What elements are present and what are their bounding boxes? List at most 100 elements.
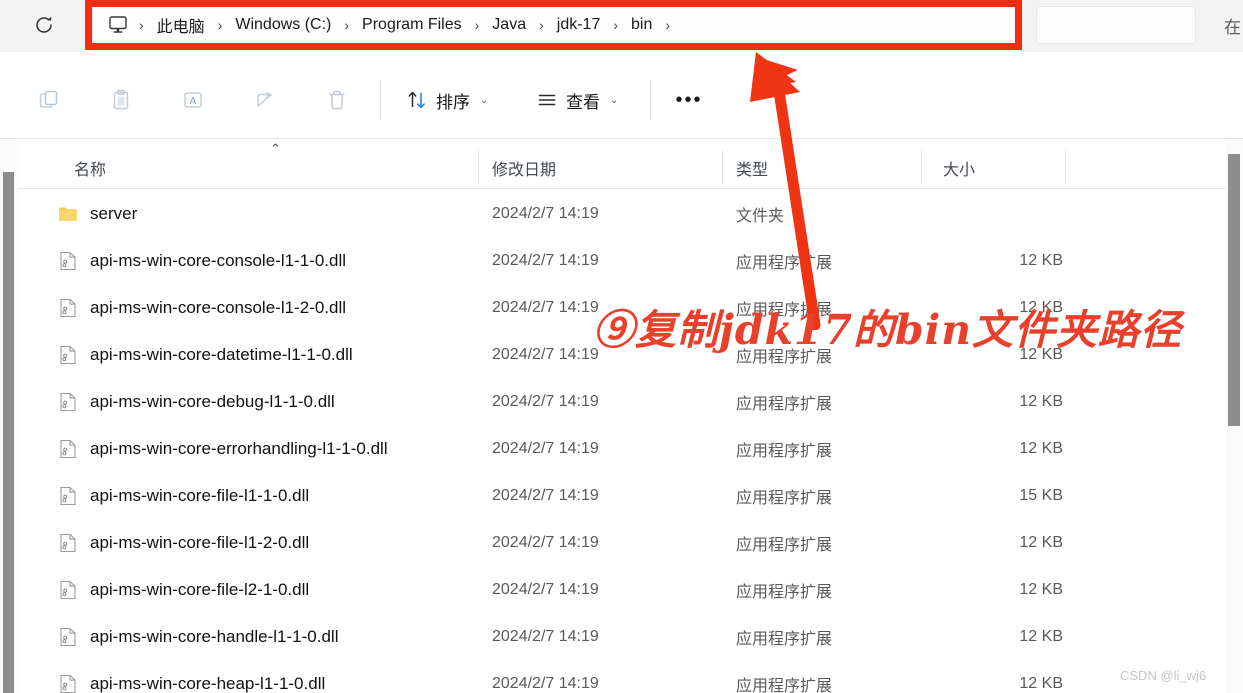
- file-row[interactable]: api-ms-win-core-console-l1-1-0.dll 2024/2…: [18, 237, 1216, 284]
- copy-button[interactable]: [26, 78, 72, 122]
- search-placeholder-text: 在: [1224, 17, 1241, 37]
- breadcrumb-bar[interactable]: › 此电脑 › Windows (C:) › Program Files › J…: [92, 6, 1017, 44]
- file-name-text: api-ms-win-core-handle-l1-1-0.dll: [90, 626, 339, 646]
- refresh-icon: [36, 16, 52, 33]
- file-name-cell: server: [58, 203, 137, 225]
- breadcrumb-item-this-pc[interactable]: 此电脑: [150, 10, 212, 40]
- file-row[interactable]: api-ms-win-core-errorhandling-l1-1-0.dll…: [18, 425, 1216, 472]
- file-name-text: server: [90, 203, 138, 223]
- column-header-size[interactable]: 大小: [943, 156, 975, 180]
- rename-button[interactable]: A: [170, 78, 216, 122]
- file-name-text: api-ms-win-core-heap-l1-1-0.dll: [90, 673, 326, 693]
- file-size-cell: 12 KB: [1019, 251, 1063, 269]
- file-type-cell: 应用程序扩展: [736, 301, 833, 319]
- file-name-text: api-ms-win-core-debug-l1-1-0.dll: [90, 391, 335, 411]
- dll-file-icon: [60, 345, 76, 364]
- delete-button[interactable]: [314, 78, 360, 122]
- breadcrumb-separator[interactable]: ›: [133, 17, 150, 33]
- file-type-cell: 应用程序扩展: [736, 677, 833, 693]
- file-name-text: api-ms-win-core-errorhandling-l1-1-0.dll: [90, 438, 388, 458]
- sort-button[interactable]: 排序 ⌄: [396, 80, 498, 120]
- copy-icon: [39, 90, 58, 108]
- dll-file-icon: [60, 674, 76, 693]
- dll-file-icon: [60, 486, 76, 505]
- breadcrumb-item-windows-c[interactable]: Windows (C:): [228, 13, 338, 37]
- sort-icon: [408, 91, 425, 109]
- file-row[interactable]: api-ms-win-core-file-l2-1-0.dll 2024/2/7 …: [18, 566, 1216, 613]
- dll-file-icon: [60, 251, 76, 270]
- file-row[interactable]: api-ms-win-core-datetime-l1-1-0.dll 2024/…: [18, 331, 1216, 378]
- file-row[interactable]: api-ms-win-core-file-l1-1-0.dll 2024/2/7 …: [18, 472, 1216, 519]
- breadcrumb-separator[interactable]: ›: [469, 17, 486, 33]
- chevron-down-icon: ⌄: [480, 94, 489, 106]
- file-row[interactable]: server 2024/2/7 14:19 文件夹: [18, 190, 1216, 237]
- more-options-button[interactable]: •••: [667, 80, 711, 120]
- file-row[interactable]: api-ms-win-core-console-l1-2-0.dll 2024/2…: [18, 284, 1216, 331]
- column-header-date[interactable]: 修改日期: [492, 156, 556, 180]
- file-row[interactable]: api-ms-win-core-handle-l1-1-0.dll 2024/2/…: [18, 613, 1216, 660]
- dll-file-icon: [60, 392, 76, 411]
- breadcrumb-item-bin[interactable]: bin: [624, 13, 659, 37]
- dll-file-icon: [60, 439, 76, 458]
- file-date-cell: 2024/2/7 14:19: [492, 204, 599, 222]
- file-name-text: api-ms-win-core-file-l2-1-0.dll: [90, 579, 310, 599]
- sort-ascending-indicator: ⌃: [270, 141, 281, 156]
- svg-text:A: A: [190, 96, 197, 107]
- file-type-cell: 应用程序扩展: [736, 348, 833, 366]
- share-button[interactable]: [242, 78, 288, 122]
- file-size-cell: 12 KB: [1019, 580, 1063, 598]
- breadcrumb-separator[interactable]: ›: [607, 17, 624, 33]
- file-size-cell: 12 KB: [1019, 298, 1063, 316]
- column-divider[interactable]: [921, 150, 922, 184]
- column-divider[interactable]: [478, 150, 479, 184]
- file-size-cell: 12 KB: [1019, 627, 1063, 645]
- column-divider[interactable]: [722, 150, 723, 184]
- file-type-cell: 应用程序扩展: [736, 583, 833, 601]
- file-date-cell: 2024/2/7 14:19: [492, 580, 599, 598]
- breadcrumb-separator[interactable]: ›: [338, 17, 355, 33]
- file-list[interactable]: server 2024/2/7 14:19 文件夹 api-ms-win-core-c…: [18, 190, 1216, 693]
- file-type-cell: 文件夹: [736, 207, 785, 225]
- breadcrumb-separator[interactable]: ›: [533, 17, 550, 33]
- file-type-cell: 应用程序扩展: [736, 489, 833, 507]
- toolbar-divider: [650, 80, 651, 120]
- file-name-cell: api-ms-win-core-datetime-l1-1-0.dll: [58, 344, 353, 366]
- file-date-cell: 2024/2/7 14:19: [492, 298, 599, 316]
- column-divider[interactable]: [1065, 150, 1066, 184]
- file-date-cell: 2024/2/7 14:19: [492, 392, 599, 410]
- column-header-row: 名称 修改日期 类型 大小: [18, 144, 1230, 189]
- file-size-cell: 12 KB: [1019, 674, 1063, 692]
- left-scrollbar-thumb[interactable]: [3, 172, 14, 693]
- breadcrumb-item-program-files[interactable]: Program Files: [355, 13, 469, 37]
- right-scrollbar-thumb[interactable]: [1228, 154, 1240, 426]
- file-type-cell: 应用程序扩展: [736, 442, 833, 460]
- breadcrumb-separator[interactable]: ›: [212, 17, 229, 33]
- file-name-cell: api-ms-win-core-file-l1-1-0.dll: [58, 485, 309, 507]
- dll-file-icon: [60, 298, 76, 317]
- rename-icon: A: [184, 92, 202, 108]
- column-header-type[interactable]: 类型: [736, 156, 768, 180]
- file-row[interactable]: api-ms-win-core-file-l1-2-0.dll 2024/2/7 …: [18, 519, 1216, 566]
- refresh-button[interactable]: [26, 8, 62, 42]
- trash-icon: [329, 90, 345, 110]
- column-header-name[interactable]: 名称: [74, 156, 106, 180]
- file-name-text: api-ms-win-core-file-l1-1-0.dll: [90, 485, 310, 505]
- breadcrumb-separator[interactable]: ›: [659, 17, 676, 33]
- paste-button[interactable]: [98, 78, 144, 122]
- search-input[interactable]: [1036, 6, 1196, 44]
- view-button[interactable]: 查看 ⌄: [526, 80, 628, 120]
- file-name-cell: api-ms-win-core-errorhandling-l1-1-0.dll: [58, 438, 388, 460]
- monitor-icon[interactable]: [107, 15, 129, 35]
- paste-icon: [113, 89, 129, 110]
- dll-file-icon: [60, 580, 76, 599]
- toolbar-divider: [380, 80, 381, 120]
- breadcrumb-item-jdk-17[interactable]: jdk-17: [550, 13, 608, 37]
- sort-label: 排序: [436, 92, 470, 112]
- file-date-cell: 2024/2/7 14:19: [492, 674, 599, 692]
- share-icon: [257, 91, 273, 108]
- file-date-cell: 2024/2/7 14:19: [492, 251, 599, 269]
- file-size-cell: 12 KB: [1019, 533, 1063, 551]
- file-row[interactable]: api-ms-win-core-heap-l1-1-0.dll 2024/2/7 …: [18, 660, 1216, 693]
- breadcrumb-item-java[interactable]: Java: [485, 13, 533, 37]
- file-row[interactable]: api-ms-win-core-debug-l1-1-0.dll 2024/2/7…: [18, 378, 1216, 425]
